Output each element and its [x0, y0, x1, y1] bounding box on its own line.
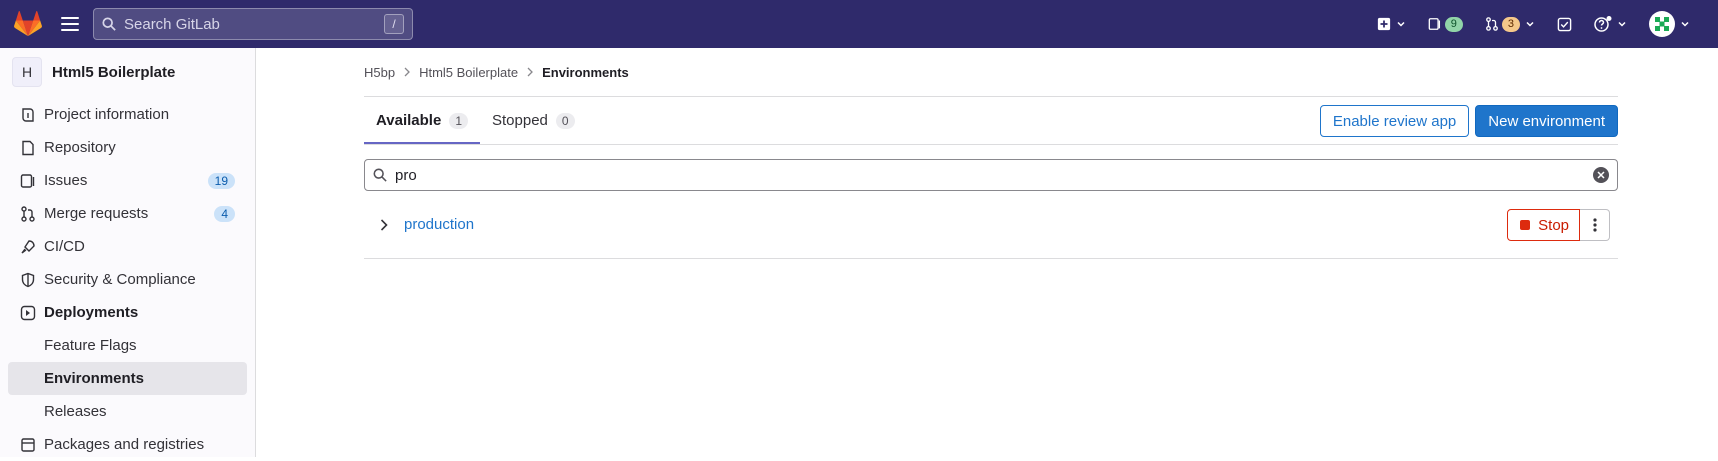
sidebar-item-security-compliance[interactable]: Security & Compliance: [8, 263, 247, 296]
mr-count-badge: 4: [214, 205, 235, 222]
breadcrumb-current[interactable]: Environments: [542, 65, 629, 80]
chevron-down-icon: [1397, 21, 1405, 27]
tab-count-badge: 0: [555, 112, 575, 129]
merge-request-icon: [20, 205, 36, 222]
stop-environment-button[interactable]: Stop: [1507, 209, 1580, 241]
sidebar-item-environments[interactable]: Environments: [8, 362, 247, 395]
more-actions-button[interactable]: [1580, 209, 1610, 241]
sidebar-nav: Project information Repository Issues 19…: [0, 98, 255, 461]
chevron-right-icon: [404, 67, 410, 77]
kebab-menu-icon: [1592, 218, 1597, 232]
chevron-right-icon: [527, 67, 533, 77]
search-placeholder: Search GitLab: [124, 15, 220, 33]
issues-icon: [1428, 18, 1440, 30]
tab-label: Stopped: [492, 112, 548, 129]
chevron-down-icon: [1681, 21, 1689, 27]
sidebar-item-label: Releases: [44, 403, 107, 420]
environment-name-link[interactable]: production: [404, 216, 474, 233]
sidebar-item-label: CI/CD: [44, 238, 85, 255]
document-icon: [20, 140, 36, 156]
mr-count-badge: 3: [1501, 16, 1520, 32]
clear-search-icon[interactable]: [1593, 167, 1609, 183]
stop-label: Stop: [1538, 216, 1569, 234]
info-icon: [20, 107, 36, 123]
search-shortcut-key: /: [384, 14, 404, 34]
sidebar-item-label: Feature Flags: [44, 337, 137, 354]
environment-row: production Stop: [364, 191, 1618, 259]
tab-count-badge: 1: [449, 112, 468, 129]
project-name: Html5 Boilerplate: [52, 63, 176, 81]
search-icon: [373, 168, 387, 182]
issues-count-badge: 9: [1444, 16, 1463, 32]
tab-available[interactable]: Available 1: [364, 97, 480, 144]
sidebar-item-ci-cd[interactable]: CI/CD: [8, 230, 247, 263]
expand-chevron-icon[interactable]: [372, 213, 396, 237]
sidebar-item-issues[interactable]: Issues 19: [8, 164, 247, 197]
breadcrumb: H5bp Html5 Boilerplate Environments: [364, 48, 1618, 96]
sidebar-item-releases[interactable]: Releases: [8, 395, 247, 428]
sidebar-item-label: Repository: [44, 139, 116, 156]
help-icon: [1594, 16, 1612, 32]
help-button[interactable]: [1594, 16, 1627, 32]
enable-review-app-button[interactable]: Enable review app: [1319, 105, 1470, 137]
todo-check-icon: [1557, 17, 1572, 31]
environment-tabs: Available 1 Stopped 0 Enable review app …: [364, 96, 1618, 145]
sidebar-item-label: Packages and registries: [44, 436, 205, 453]
tab-stopped[interactable]: Stopped 0: [480, 97, 587, 144]
stop-icon: [1520, 220, 1531, 230]
sidebar-project-header[interactable]: H Html5 Boilerplate: [0, 52, 255, 92]
rocket-icon: [20, 239, 36, 255]
shield-icon: [20, 272, 36, 288]
plus-square-icon: [1377, 17, 1390, 31]
merge-request-icon: [1485, 17, 1498, 31]
environment-search-input[interactable]: pro: [364, 159, 1618, 191]
sidebar-item-label: Project information: [44, 106, 170, 123]
sidebar-item-project-information[interactable]: Project information: [8, 98, 247, 131]
sidebar-item-label: Merge requests: [44, 205, 149, 222]
chevron-down-icon: [1618, 21, 1626, 27]
package-icon: [20, 437, 36, 453]
avatar: [1649, 11, 1675, 37]
deployments-icon: [20, 305, 36, 321]
breadcrumb-item[interactable]: H5bp: [364, 65, 395, 80]
issues-icon: [20, 173, 36, 189]
project-avatar: H: [12, 57, 42, 87]
gitlab-logo-icon[interactable]: [14, 11, 42, 37]
sidebar-item-label: Deployments: [44, 304, 139, 321]
issues-button[interactable]: 9: [1428, 16, 1463, 32]
user-menu-button[interactable]: [1649, 11, 1690, 37]
sidebar: H Html5 Boilerplate Project information …: [0, 48, 256, 457]
sidebar-item-packages-registries[interactable]: Packages and registries: [8, 428, 247, 461]
search-value: pro: [395, 166, 417, 184]
todos-button[interactable]: [1557, 17, 1572, 32]
issues-count-badge: 19: [207, 172, 235, 189]
search-icon: [102, 17, 116, 31]
create-new-button[interactable]: [1377, 17, 1406, 31]
sidebar-item-label: Issues: [44, 172, 88, 189]
search-input[interactable]: Search GitLab /: [93, 8, 413, 40]
sidebar-item-label: Security & Compliance: [44, 271, 196, 288]
tab-label: Available: [376, 112, 442, 129]
sidebar-item-label: Environments: [44, 370, 145, 387]
sidebar-item-merge-requests[interactable]: Merge requests 4: [8, 197, 247, 230]
chevron-down-icon: [1526, 21, 1534, 27]
main-content: H5bp Html5 Boilerplate Environments Avai…: [364, 48, 1618, 259]
breadcrumb-item[interactable]: Html5 Boilerplate: [419, 65, 518, 80]
sidebar-item-repository[interactable]: Repository: [8, 131, 247, 164]
top-navbar: Search GitLab / 9 3: [0, 0, 1718, 48]
sidebar-item-feature-flags[interactable]: Feature Flags: [8, 329, 247, 362]
sidebar-item-deployments[interactable]: Deployments: [8, 296, 247, 329]
menu-icon[interactable]: [61, 17, 79, 31]
merge-requests-button[interactable]: 3: [1485, 16, 1535, 32]
new-environment-button[interactable]: New environment: [1475, 105, 1618, 137]
